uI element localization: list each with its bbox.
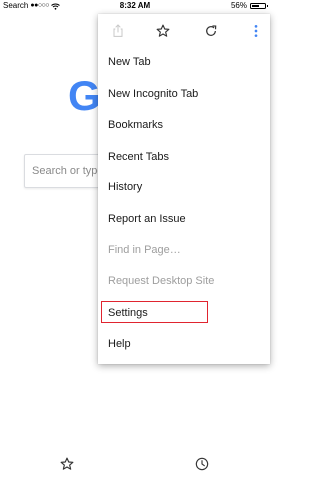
- status-time: 8:32 AM: [119, 1, 151, 10]
- clock-icon[interactable]: [194, 456, 210, 472]
- star-outline-icon[interactable]: [59, 456, 75, 472]
- menu-item-find-in-page: Find in Page…: [108, 244, 181, 256]
- reload-icon[interactable]: [203, 23, 219, 39]
- menu-item-history[interactable]: History: [108, 176, 142, 198]
- menu-item-report-issue[interactable]: Report an Issue: [108, 208, 186, 230]
- menu-item-recent-tabs[interactable]: Recent Tabs: [108, 146, 169, 168]
- battery-icon: [250, 3, 268, 9]
- menu-toolbar: [98, 14, 270, 48]
- bottom-toolbar: [0, 448, 270, 480]
- menu-item-help[interactable]: Help: [108, 333, 131, 355]
- menu-item-request-desktop-site: Request Desktop Site: [108, 275, 215, 287]
- search-placeholder: Search or type: [32, 165, 104, 177]
- more-vertical-icon[interactable]: [248, 23, 264, 39]
- star-icon[interactable]: [155, 23, 171, 39]
- battery-percentage: 56%: [230, 1, 247, 10]
- menu-item-bookmarks[interactable]: Bookmarks: [108, 114, 163, 136]
- menu-item-new-incognito-tab[interactable]: New Incognito Tab: [108, 83, 198, 105]
- settings-highlight-box: [101, 301, 208, 323]
- menu-item-new-tab[interactable]: New Tab: [108, 51, 151, 73]
- share-icon[interactable]: [110, 23, 126, 39]
- google-logo: G: [68, 72, 101, 119]
- battery-level-fill: [252, 5, 259, 7]
- status-bar: Search ●●○○○ 8:32 AM 56%: [0, 0, 270, 12]
- status-right: 56%: [230, 0, 268, 12]
